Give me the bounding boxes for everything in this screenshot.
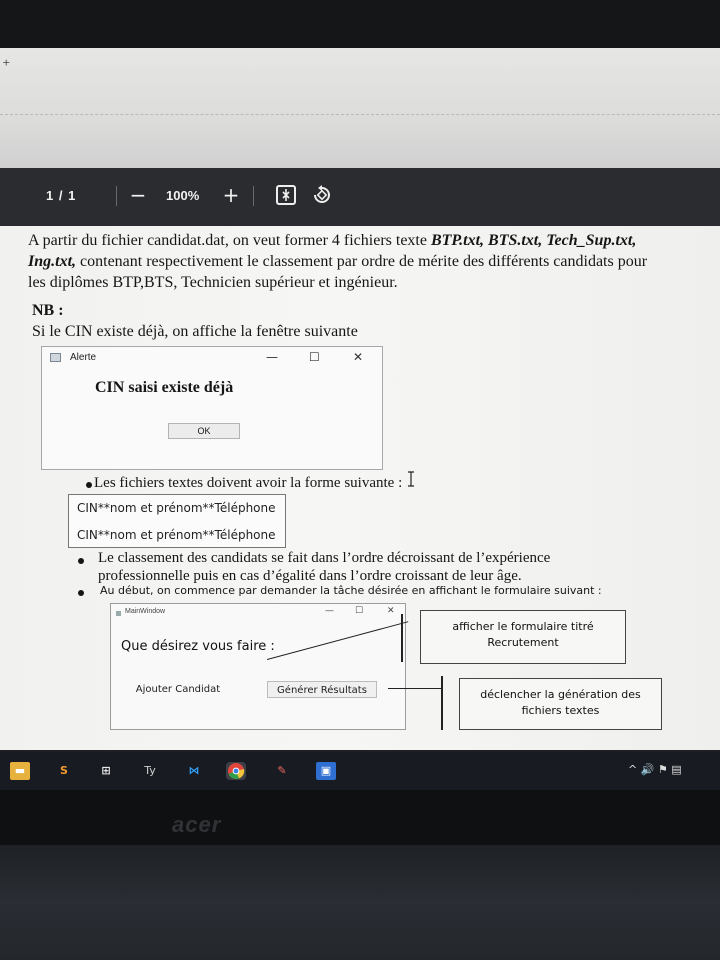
file-names-1: BTP.txt, BTS.txt, [430, 232, 543, 249]
pdf-toolbar: 1 / 1 − 100% + [0, 168, 720, 226]
alert-window-screenshot: Alerte — ☐ ✕ CIN saisi existe déjà OK [41, 346, 383, 470]
bullet-text: Les fichiers textes doivent avoir la for… [94, 475, 403, 491]
window-app-icon [50, 353, 61, 362]
bullet-dot [78, 558, 84, 564]
format-line: CIN**nom et prénom**Téléphone [77, 501, 276, 515]
page-indicator[interactable]: 1 / 1 [46, 188, 76, 203]
main-window-title: MainWindow [125, 608, 166, 615]
monitor-bezel-top [0, 0, 720, 48]
format-line: CIN**nom et prénom**Téléphone [77, 528, 276, 542]
chrome-icon[interactable] [226, 762, 246, 780]
fit-page-icon[interactable] [275, 184, 297, 206]
bullet-dot [86, 482, 92, 488]
nb-text: Si le CIN existe déjà, on affiche la fen… [32, 323, 358, 340]
zoom-level[interactable]: 100% [166, 188, 199, 203]
zoom-in-button[interactable]: + [219, 182, 243, 208]
close-icon: ✕ [387, 606, 395, 616]
question-label: Que désirez vous faire : [121, 639, 275, 654]
ok-button: OK [168, 423, 240, 439]
intro-text-continued: contenant respectivement le classement p… [28, 253, 648, 291]
browser-area: ⁺ [0, 48, 720, 168]
desk-background [0, 845, 720, 960]
zoom-out-button[interactable]: − [126, 182, 150, 208]
toolbar-separator [253, 186, 254, 206]
format-box: CIN**nom et prénom**Téléphone CIN**nom e… [68, 494, 286, 548]
taskbar: ▬ S ⊞ Ty ⋈ ✎ ▣ ^ 🔊 ⚑ ▤ [0, 752, 720, 790]
alert-title: Alerte [70, 352, 97, 363]
intro-paragraph: A partir du fichier candidat.dat, on veu… [28, 230, 668, 293]
sublime-icon[interactable]: S [54, 762, 74, 780]
pdf-page: A partir du fichier candidat.dat, on veu… [0, 226, 720, 750]
app-icon[interactable]: ▣ [316, 762, 336, 780]
monitor-brand-logo: acer [172, 812, 222, 837]
nb-heading: NB : [32, 302, 64, 319]
add-candidate-button: Ajouter Candidat [135, 684, 221, 695]
file-explorer-icon[interactable]: ▬ [10, 762, 30, 780]
alert-titlebar: Alerte — ☐ ✕ [42, 347, 382, 369]
callout-recrutement: afficher le formulaire titré Recrutement [420, 610, 626, 664]
maximize-icon: ☐ [309, 350, 320, 364]
rotate-icon[interactable] [311, 184, 333, 206]
close-icon: ✕ [353, 350, 364, 364]
connector-line [267, 621, 409, 660]
connector-line [401, 614, 403, 662]
bullet-dot [78, 590, 84, 596]
intro-text: A partir du fichier candidat.dat, on veu… [28, 232, 431, 249]
paint-icon[interactable]: ✎ [272, 762, 292, 780]
monitor-bezel-bottom [0, 790, 720, 845]
window-app-icon [116, 611, 121, 616]
generate-results-button: Générer Résultats [267, 681, 377, 698]
main-window-screenshot: MainWindow — ☐ ✕ Que désirez vous faire … [110, 603, 409, 730]
text-cursor-icon [408, 471, 414, 487]
maximize-icon: ☐ [355, 606, 364, 616]
toolbar-separator [116, 186, 117, 206]
minimize-icon: — [325, 606, 334, 616]
connector-line [441, 676, 443, 730]
bullet-text: Le classement des candidats se fait dans… [98, 550, 551, 566]
divider [0, 114, 720, 115]
store-icon[interactable]: ⊞ [96, 762, 116, 780]
system-tray[interactable]: ^ 🔊 ⚑ ▤ [628, 763, 682, 776]
callout-generation: déclencher la génération des fichiers te… [459, 678, 662, 730]
bullet-text: professionnelle puis en cas d’égalité da… [98, 568, 522, 584]
typora-icon[interactable]: Ty [140, 762, 160, 780]
connector-line [388, 688, 442, 689]
minimize-icon: — [266, 350, 278, 364]
bullet-text: Au début, on commence par demander la tâ… [100, 584, 602, 597]
cursor-mark-icon: ⁺ [2, 56, 11, 75]
vscode-icon[interactable]: ⋈ [184, 762, 204, 780]
alert-message: CIN saisi existe déjà [95, 379, 234, 396]
